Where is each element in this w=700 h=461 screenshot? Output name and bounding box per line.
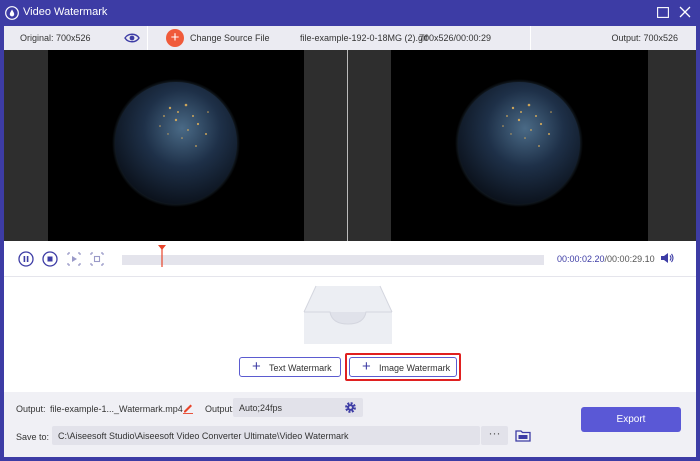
earth-image (112, 79, 240, 207)
play-clip-icon[interactable] (66, 251, 82, 267)
folder-icon[interactable] (515, 429, 531, 442)
maximize-icon[interactable] (657, 7, 669, 18)
text-watermark-button[interactable]: + Text Watermark (239, 357, 341, 377)
letterbox-left (4, 50, 48, 241)
playhead-marker[interactable] (157, 245, 167, 267)
output-label: Output: (16, 404, 46, 414)
change-source-file-button[interactable]: + Change Source File (166, 29, 276, 47)
eye-icon[interactable] (124, 31, 140, 45)
output-format-select[interactable]: Auto;24fps (233, 398, 363, 417)
save-to-label: Save to: (16, 432, 50, 442)
plus-icon: + (166, 29, 184, 47)
output-filename: file-example-1..._Watermark.mp4 (50, 404, 183, 414)
volume-icon[interactable] (660, 251, 674, 265)
output-format-value: Auto;24fps (239, 403, 283, 413)
plus-icon: + (252, 358, 261, 375)
image-watermark-label: Image Watermark (379, 363, 451, 373)
letterbox-mid-right (348, 50, 391, 241)
window-title: Video Watermark (23, 6, 108, 18)
app-logo-icon (5, 6, 19, 20)
browse-button[interactable]: ··· (481, 426, 508, 445)
title-bar: Video Watermark (0, 0, 700, 26)
video-preview (4, 50, 696, 241)
video-watermark-window: Video Watermark Original: 700x526 + Chan… (0, 0, 700, 461)
letterbox-mid-left (304, 50, 347, 241)
text-watermark-label: Text Watermark (269, 363, 332, 373)
source-fileinfo: 700x526/00:00:29 (419, 33, 492, 43)
output-preview (391, 50, 648, 241)
pause-icon[interactable] (18, 251, 34, 267)
output-resolution: Output: 700x526 (611, 33, 678, 43)
gear-icon[interactable] (344, 401, 357, 414)
original-resolution: Original: 700x526 (20, 33, 91, 43)
source-info-bar: Original: 700x526 + Change Source File f… (4, 26, 696, 50)
playback-controls: 00:00:02.20/00:00:29.10 (4, 241, 696, 277)
change-source-label: Change Source File (190, 33, 270, 43)
image-watermark-button[interactable]: + Image Watermark (349, 357, 457, 377)
stop-icon[interactable] (42, 251, 58, 267)
original-preview (48, 50, 304, 241)
save-path-value: C:\Aiseesoft Studio\Aiseesoft Video Conv… (58, 431, 349, 441)
timecode: 00:00:02.20/00:00:29.10 (557, 254, 655, 264)
timeline-track[interactable] (122, 255, 544, 265)
total-time: /00:00:29.10 (604, 254, 655, 264)
main-content: Original: 700x526 + Change Source File f… (4, 26, 696, 457)
infobar-separator (147, 26, 148, 50)
close-icon[interactable] (679, 6, 691, 18)
current-time: 00:00:02.20 (557, 254, 605, 264)
edit-icon[interactable] (182, 402, 194, 414)
crop-icon[interactable] (89, 251, 105, 267)
tray-icon (303, 285, 393, 344)
source-filename: file-example-192-0-18MG (2).gif (300, 33, 428, 43)
export-button[interactable]: Export (581, 407, 681, 432)
watermark-area: + Text Watermark + Image Watermark (4, 278, 696, 381)
plus-icon: + (362, 358, 371, 375)
letterbox-right (648, 50, 696, 241)
save-path-field[interactable]: C:\Aiseesoft Studio\Aiseesoft Video Conv… (52, 426, 480, 445)
infobar-separator (530, 26, 531, 50)
output-format-label: Output: (205, 404, 235, 414)
output-settings-bar: Output: file-example-1..._Watermark.mp4 … (4, 392, 696, 457)
earth-image (455, 79, 583, 207)
